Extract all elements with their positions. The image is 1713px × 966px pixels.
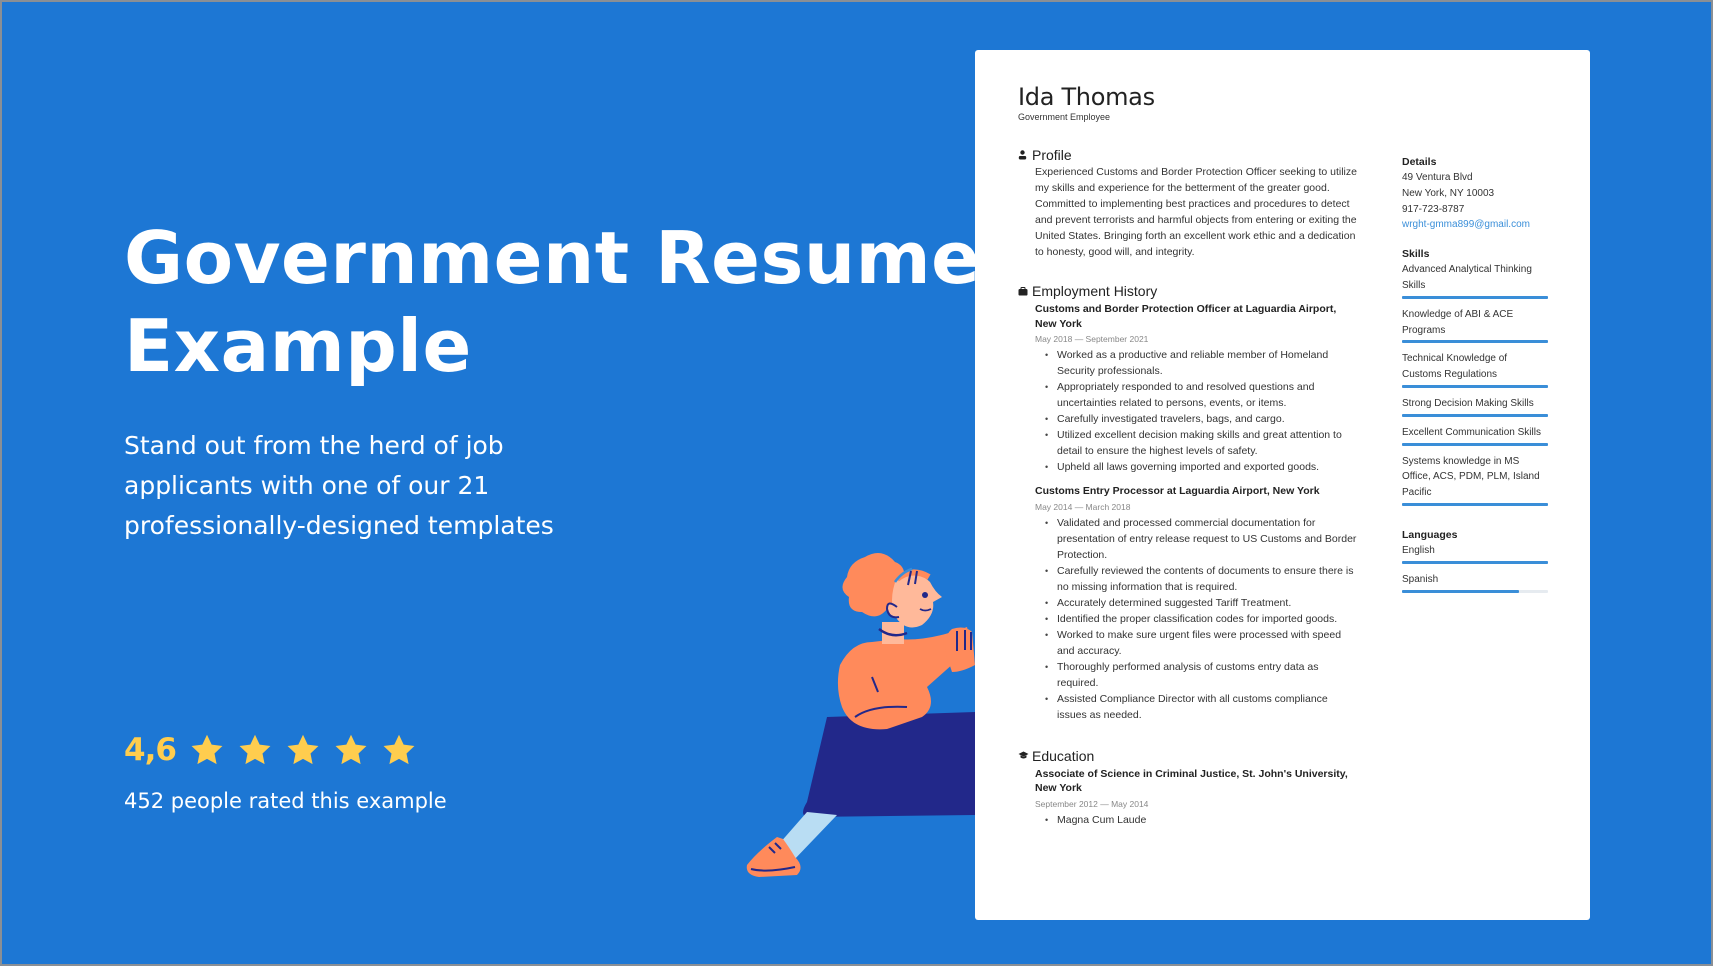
entry-title: Associate of Science in Criminal Justice… [1035,767,1348,795]
language: Spanish [1402,572,1548,596]
education-section: Education Associate of Science in Crimin… [1018,747,1358,828]
address-line-1: 49 Ventura Blvd [1402,172,1473,183]
entry-title: Customs and Border Protection Officer at… [1035,303,1337,330]
bullet-list: Worked as a productive and reliable memb… [1035,347,1358,475]
languages-block: Languages English Spanish [1402,527,1548,596]
entry-title: Customs Entry Processor at Laguardia Air… [1035,485,1320,497]
profile-heading: Profile [1032,147,1072,163]
resume-name: Ida Thomas [1018,83,1155,111]
skill-level-bar [1402,502,1548,506]
employment-heading: Employment History [1032,283,1158,299]
skill-level-fill [1402,413,1548,417]
skill-label: Excellent Communication Skills [1402,426,1541,438]
skill-level-fill [1402,295,1548,299]
skill-level-fill [1402,442,1548,446]
illustration-face [892,573,942,628]
resume-preview[interactable]: Ida Thomas Government Employee Profile E… [975,50,1590,920]
email-link[interactable]: wrght-gmma899@gmail.com [1402,217,1548,233]
education-heading: Education [1032,747,1095,764]
details-block: Details 49 Ventura Blvd New York, NY 100… [1402,154,1548,233]
rating-value: 4,6 [124,732,177,768]
job-list: Customs and Border Protection Officer at… [1018,302,1358,723]
skill-level-bar [1402,295,1548,299]
bullet-item: Worked to make sure urgent files were pr… [1045,627,1358,659]
profile-section: Profile Experienced Customs and Border P… [1018,146,1358,260]
profile-text: Experienced Customs and Border Protectio… [1035,166,1357,258]
woman-illustration [737,547,982,882]
skill: Strong Decision Making Skills [1402,396,1548,420]
skill-level-fill [1402,502,1548,506]
language-level-bar [1402,560,1548,564]
entry-dates: May 2018 — September 2021 [1035,334,1149,344]
rating-count: 452 people rated this example [124,789,447,813]
skill-label: Advanced Analytical Thinking Skills [1402,264,1532,291]
skill-level-fill [1402,340,1548,344]
bullet-item: Validated and processed commercial docum… [1045,515,1358,563]
rating: 4,6 [124,732,428,768]
address-line-2: New York, NY 10003 [1402,187,1495,199]
briefcase-icon [1018,286,1032,296]
bullet-item: Identified the proper classification cod… [1045,611,1358,627]
skill-level-bar [1402,413,1548,417]
skill-level-bar [1402,442,1548,446]
skill-label: Strong Decision Making Skills [1402,397,1534,409]
skills-block: Skills Advanced Analytical Thinking Skil… [1402,246,1548,509]
skill: Knowledge of ABI & ACE Programs [1402,307,1548,347]
bullet-list: Magna Cum Laude [1035,812,1358,828]
resume-side-column: Details 49 Ventura Blvd New York, NY 100… [1402,154,1548,609]
star-icon [236,732,274,768]
hero-subtitle: Stand out from the herd of job applicant… [124,431,554,540]
entry: Customs and Border Protection Officer at… [1035,302,1358,475]
resume-job-title: Government Employee [1018,112,1111,122]
skill: Advanced Analytical Thinking Skills [1402,262,1548,302]
language-level-fill [1402,560,1548,564]
entry-dates: September 2012 — May 2014 [1035,798,1149,809]
language-label: English [1402,544,1435,556]
employment-section: Employment History Customs and Border Pr… [1018,282,1358,723]
skill-level-bar [1402,340,1548,344]
bullet-item: Assisted Compliance Director with all cu… [1045,691,1358,723]
entry: Associate of Science in Criminal Justice… [1035,767,1358,828]
resume-main-column: Profile Experienced Customs and Border P… [1018,146,1358,842]
star-icon [284,732,322,768]
star-icon [188,732,226,768]
bullet-item: Thoroughly performed analysis of customs… [1045,659,1358,691]
skill: Excellent Communication Skills [1402,425,1548,449]
language-level-fill [1402,589,1519,593]
bullet-item: Appropriately responded to and resolved … [1045,379,1358,411]
skill-level-bar [1402,384,1548,388]
education-list: Associate of Science in Criminal Justice… [1018,767,1358,828]
skill-level-fill [1402,384,1548,388]
language: English [1402,543,1548,567]
skills-heading: Skills [1402,248,1430,261]
bullet-item: Utilized excellent decision making skill… [1045,427,1358,459]
skill-label: Systems knowledge in MS Office, ACS, PDM… [1402,455,1540,499]
bullet-item: Upheld all laws governing imported and e… [1045,459,1358,475]
hero-title: Government Resume Example [124,216,981,388]
skill: Systems knowledge in MS Office, ACS, PDM… [1402,454,1548,509]
skill-label: Knowledge of ABI & ACE Programs [1402,308,1514,336]
phone: 917-723-8787 [1402,203,1465,215]
person-icon [1018,150,1032,160]
language-level-bar [1402,589,1548,593]
star-icon [332,732,370,768]
bullet-list: Validated and processed commercial docum… [1035,515,1358,723]
bullet-item: Accurately determined suggested Tariff T… [1045,595,1358,611]
details-heading: Details [1402,156,1437,168]
bullet-item: Carefully reviewed the contents of docum… [1045,563,1358,595]
graduation-cap-icon [1018,751,1032,760]
star-rating [188,732,428,768]
entry-dates: May 2014 — March 2018 [1035,501,1131,512]
languages-heading: Languages [1402,528,1458,541]
bullet-item: Carefully investigated travelers, bags, … [1045,411,1358,427]
entry: Customs Entry Processor at Laguardia Air… [1035,484,1358,723]
language-label: Spanish [1402,573,1439,585]
skill: Technical Knowledge of Customs Regulatio… [1402,351,1548,391]
bullet-item: Worked as a productive and reliable memb… [1045,347,1358,379]
star-icon [380,732,418,768]
skill-label: Technical Knowledge of Customs Regulatio… [1402,353,1508,381]
bullet-item: Magna Cum Laude [1045,812,1358,828]
